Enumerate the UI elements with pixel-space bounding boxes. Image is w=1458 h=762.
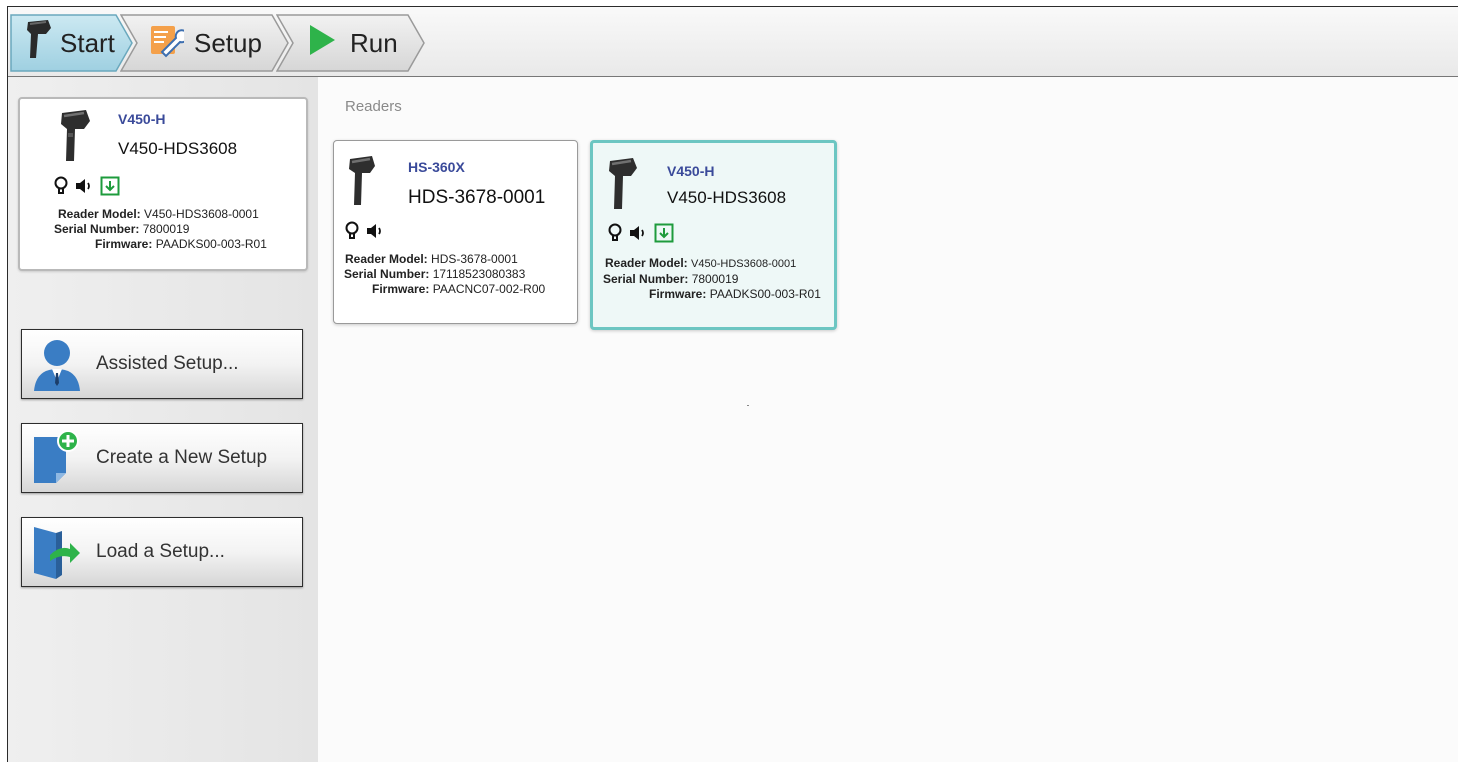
serial-number-label: Serial Number:: [603, 272, 689, 286]
reader-model-id: V450-HDS3608: [118, 139, 238, 158]
create-new-setup-button[interactable]: Create a New Setup: [21, 423, 303, 493]
tab-start[interactable]: Start: [10, 14, 134, 72]
assisted-setup-button[interactable]: Assisted Setup...: [21, 329, 303, 399]
reader-model-id: V450-HDS3608: [667, 188, 787, 207]
serial-number-value: 17118523080383: [432, 267, 526, 281]
active-reader-card[interactable]: V450-H V450-HDS3608 Reader Model: V450-H…: [18, 97, 308, 271]
reader-model-label: Reader Model:: [345, 252, 428, 266]
serial-number-label: Serial Number:: [54, 222, 140, 236]
firmware-value: PAADKS00-003-R01: [155, 237, 267, 251]
tab-setup[interactable]: Setup: [120, 14, 290, 72]
light-bulb-icon: [345, 221, 359, 246]
serial-number-value: 7800019: [691, 272, 739, 286]
speaker-icon: [75, 178, 93, 199]
reader-model-label: Reader Model:: [605, 256, 688, 270]
sidebar: V450-H V450-HDS3608 Reader Model: V450-H…: [8, 77, 318, 762]
reader-model-value: HDS-3678-0001: [431, 252, 518, 266]
tab-run[interactable]: Run: [276, 14, 426, 72]
scanner-icon: [607, 157, 639, 218]
reader-model-value: V450-HDS3608-0001: [144, 207, 259, 221]
reader-model-label: Reader Model:: [58, 207, 141, 221]
assisted-setup-label: Assisted Setup...: [96, 353, 239, 374]
reader-card[interactable]: HS-360X HDS-3678-0001 Reader Model: HDS-…: [333, 140, 578, 324]
reader-model-name: V450-H: [118, 111, 166, 127]
setup-wrench-icon: [148, 22, 189, 65]
light-bulb-icon: [54, 176, 68, 201]
reader-card-selected[interactable]: V450-H V450-HDS3608 Reader Model: V450-H…: [590, 140, 837, 330]
firmware-value: PAADKS00-003-R01: [709, 287, 821, 301]
user-icon: [28, 335, 86, 393]
reader-model-name: V450-H: [667, 163, 715, 179]
download-icon: [654, 223, 674, 248]
workflow-nav: Start Setup Run: [8, 7, 1458, 77]
reader-model-name: HS-360X: [408, 159, 465, 175]
open-folder-icon: [28, 523, 86, 581]
tab-start-label: Start: [60, 27, 115, 58]
firmware-label: Firmware:: [649, 287, 707, 301]
light-bulb-icon: [608, 223, 622, 248]
firmware-value: PAACNC07-002-R00: [432, 282, 546, 296]
reader-model-id: HDS-3678-0001: [408, 187, 546, 208]
create-new-setup-label: Create a New Setup: [96, 447, 268, 468]
play-icon: [308, 24, 336, 63]
tab-run-label: Run: [350, 27, 398, 58]
scanner-icon: [58, 109, 92, 170]
load-setup-button[interactable]: Load a Setup...: [21, 517, 303, 587]
firmware-label: Firmware:: [372, 282, 430, 296]
readers-heading: Readers: [345, 98, 402, 115]
serial-number-value: 7800019: [142, 222, 190, 236]
load-setup-label: Load a Setup...: [96, 541, 225, 562]
scanner-icon: [347, 155, 377, 214]
reader-model-value: V450-HDS3608-0001: [691, 258, 797, 270]
scanner-icon: [24, 18, 54, 69]
download-icon: [100, 176, 120, 201]
serial-number-label: Serial Number:: [344, 267, 430, 281]
speaker-icon: [629, 225, 647, 246]
speaker-icon: [366, 223, 384, 244]
firmware-label: Firmware:: [95, 237, 153, 251]
tab-setup-label: Setup: [194, 27, 262, 58]
new-document-icon: [28, 429, 86, 487]
stray-dot: [747, 405, 749, 406]
